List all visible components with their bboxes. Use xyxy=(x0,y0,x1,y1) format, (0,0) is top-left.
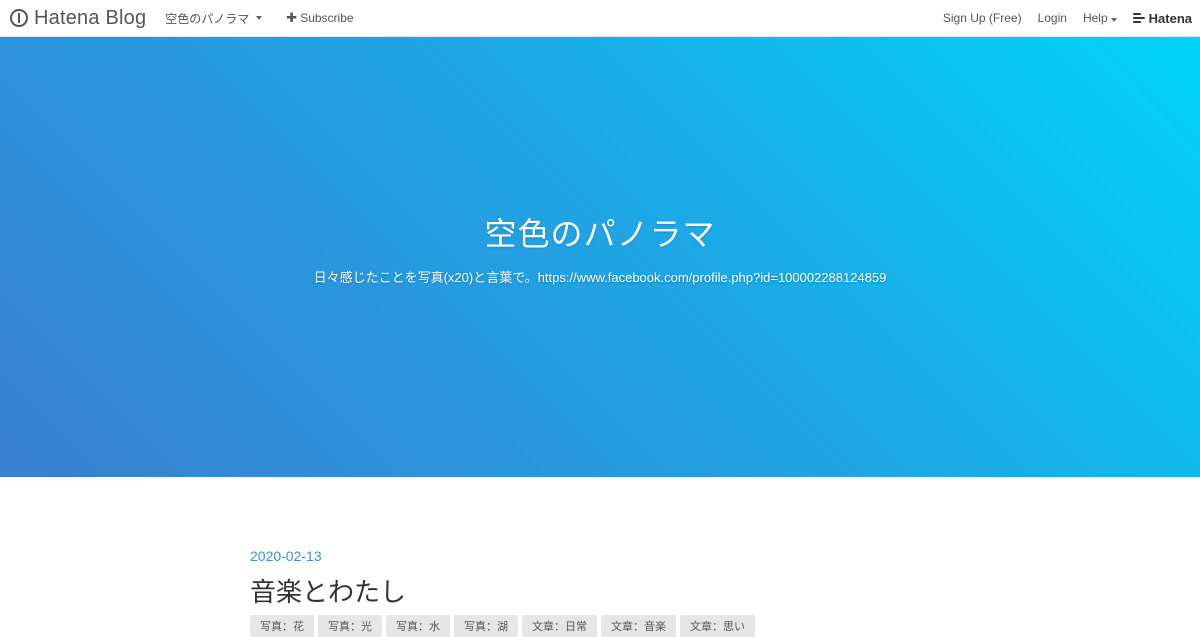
tag[interactable]: 写真：水 xyxy=(386,615,450,637)
caret-down-icon xyxy=(1110,18,1117,22)
brand-text: Hatena Blog xyxy=(34,6,147,29)
global-header: Hatena Blog 空色のパノラマ ✚ Subscribe Sign Up … xyxy=(0,0,1200,37)
hatena-blog-icon xyxy=(10,9,28,27)
tag[interactable]: 写真：花 xyxy=(250,615,314,637)
blog-menu-dropdown[interactable]: 空色のパノラマ xyxy=(165,10,263,27)
help-dropdown[interactable]: Help xyxy=(1083,11,1117,25)
entry-title[interactable]: 音楽とわたし xyxy=(250,572,755,609)
blog-description: 日々感じたことを写真(x20)と言葉で。https://www.facebook… xyxy=(313,269,887,285)
tag[interactable]: 文章：音楽 xyxy=(601,615,676,637)
help-label: Help xyxy=(1082,11,1108,25)
tag[interactable]: 写真：光 xyxy=(318,615,382,637)
caret-down-icon xyxy=(256,16,263,20)
tag[interactable]: 文章：思い xyxy=(680,615,755,637)
entry-date[interactable]: 2020-02-13 xyxy=(250,548,755,564)
hatena-blog-logo[interactable]: Hatena Blog xyxy=(10,7,146,30)
signup-link[interactable]: Sign Up (Free) xyxy=(943,11,1022,25)
hatena-link[interactable]: Hatena xyxy=(1132,10,1192,26)
header-right: Sign Up (Free) Login Help Hatena xyxy=(927,0,1192,36)
hatena-label: Hatena xyxy=(1148,10,1192,26)
blog-title[interactable]: 空色のパノラマ xyxy=(484,209,715,255)
login-link[interactable]: Login xyxy=(1038,11,1067,25)
blog-header: 空色のパノラマ 日々感じたことを写真(x20)と言葉で。https://www.… xyxy=(0,37,1200,477)
blog-menu-label: 空色のパノラマ xyxy=(165,11,250,26)
subscribe-label: Subscribe xyxy=(300,11,354,25)
entry-tags: 写真：花 写真：光 写真：水 写真：湖 文章：日常 文章：音楽 文章：思い xyxy=(250,615,755,637)
hatena-icon xyxy=(1132,13,1145,23)
subscribe-button[interactable]: ✚ Subscribe xyxy=(286,10,353,26)
entry: 2020-02-13 音楽とわたし 写真：花 写真：光 写真：水 写真：湖 文章… xyxy=(250,548,755,637)
tag[interactable]: 文章：日常 xyxy=(522,615,597,637)
plus-icon: ✚ xyxy=(286,10,298,25)
tag[interactable]: 写真：湖 xyxy=(454,615,518,637)
